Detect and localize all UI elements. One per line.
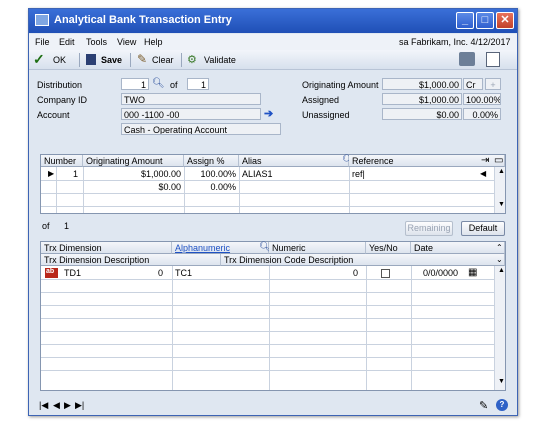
menu-view[interactable]: View	[117, 37, 136, 47]
dim-row1-dimension[interactable]: TD1	[61, 267, 121, 279]
status-bar: |◀ ◀ ▶ ▶| ✎ ?	[29, 397, 517, 415]
collapse-rows-icon[interactable]: ⌃	[493, 242, 506, 254]
originating-amount-field: $1,000.00	[382, 78, 462, 90]
row2-amount[interactable]: $0.00	[83, 181, 184, 193]
column-originating-amount[interactable]: Originating Amount	[83, 155, 184, 167]
row1-amount[interactable]: $1,000.00	[83, 168, 184, 180]
column-assign-percent[interactable]: Assign %	[184, 155, 239, 167]
calendar-icon[interactable]: ▦	[465, 266, 480, 278]
menu-file[interactable]: File	[35, 37, 50, 47]
company-id-field: TWO	[121, 93, 261, 105]
amount-type-dropdown-icon[interactable]: +	[485, 78, 501, 90]
expand-rows-icon[interactable]: ⌄	[493, 254, 506, 266]
dim-row1-numeric-left[interactable]: 0	[121, 267, 166, 279]
previous-record-icon[interactable]: ◀	[53, 400, 60, 411]
amount-type-field: Cr	[463, 78, 483, 90]
account-description-field: Cash - Operating Account	[121, 123, 281, 135]
save-button[interactable]: Save	[101, 55, 122, 65]
scroll-down-icon[interactable]: ▼	[495, 200, 508, 212]
dimension-grid: Trx Dimension Alphanumeric 🔍︎ Numeric Ye…	[40, 241, 506, 391]
remaining-button[interactable]: Remaining	[405, 221, 453, 236]
unassigned-label: Unassigned	[302, 110, 350, 120]
toolbar: ✓ OK Save ✎ Clear ⚙ Validate	[29, 50, 517, 70]
column-trx-dimension[interactable]: Trx Dimension	[41, 242, 172, 254]
default-button[interactable]: Default	[461, 221, 505, 236]
window-title: Analytical Bank Transaction Entry	[54, 14, 232, 26]
validate-icon: ⚙	[187, 54, 197, 66]
ok-check-icon: ✓	[33, 51, 45, 67]
row2-assign[interactable]: 0.00%	[184, 181, 239, 193]
grid-count: 1	[64, 221, 70, 231]
column-alphanumeric[interactable]: Alphanumeric	[172, 242, 269, 254]
distribution-field[interactable]: 1	[121, 78, 149, 90]
column-trx-dimension-description[interactable]: Trx Dimension Description	[41, 254, 221, 266]
row1-assign[interactable]: 100.00%	[184, 168, 239, 180]
scroll-up-icon[interactable]: ▲	[495, 167, 508, 179]
menu-tools[interactable]: Tools	[86, 37, 107, 47]
account-field: 000 -1100 -00	[121, 108, 261, 120]
main-window: Analytical Bank Transaction Entry _ □ ✕ …	[28, 8, 518, 416]
app-icon	[35, 14, 49, 26]
ok-button[interactable]: OK	[53, 55, 66, 65]
unassigned-amount-field: $0.00	[382, 108, 462, 120]
user-info: sa Fabrikam, Inc. 4/12/2017	[399, 37, 511, 47]
assigned-percent-field: 100.00%	[463, 93, 501, 105]
assigned-amount-field: $1,000.00	[382, 93, 462, 105]
last-record-icon[interactable]: ▶|	[75, 400, 84, 411]
next-record-icon[interactable]: ▶	[64, 400, 71, 411]
note-icon[interactable]	[459, 52, 475, 66]
first-record-icon[interactable]: |◀	[39, 400, 48, 411]
menu-edit[interactable]: Edit	[59, 37, 75, 47]
dim-row1-numeric[interactable]: 0	[269, 267, 361, 279]
menu-bar: File Edit Tools View Help sa Fabrikam, I…	[29, 34, 517, 50]
distribution-grid: Number Originating Amount Assign % Alias…	[40, 154, 506, 214]
menu-help[interactable]: Help	[144, 37, 163, 47]
validate-button[interactable]: Validate	[204, 55, 236, 65]
assigned-label: Assigned	[302, 95, 340, 105]
save-icon	[86, 54, 96, 65]
row1-reference[interactable]: ref|	[349, 168, 469, 180]
row1-number[interactable]: 1	[59, 168, 81, 180]
minimize-button[interactable]: _	[456, 12, 474, 29]
column-number[interactable]: Number	[41, 155, 83, 167]
clear-button[interactable]: Clear	[152, 55, 174, 65]
row-collapse-icon[interactable]: ◀	[477, 168, 489, 180]
row1-alias[interactable]: ALIAS1	[239, 168, 349, 180]
account-arrow-icon[interactable]: ➔	[264, 107, 273, 120]
grid2-scroll-down-icon[interactable]: ▼	[495, 377, 508, 389]
company-id-label: Company ID	[37, 95, 88, 105]
column-trx-dimension-code-description[interactable]: Trx Dimension Code Description	[221, 254, 505, 266]
distribution-label: Distribution	[37, 80, 83, 90]
dim-row1-date[interactable]: 0/0/0000	[411, 267, 461, 279]
column-alias[interactable]: Alias	[239, 155, 349, 167]
close-button[interactable]: ✕	[496, 12, 514, 29]
maximize-button[interactable]: □	[476, 12, 494, 29]
dim-row1-code[interactable]: TC1	[172, 267, 252, 279]
distribution-lookup-icon[interactable]: 🔍︎	[152, 78, 165, 89]
grid-of-label: of	[42, 221, 50, 231]
distribution-of-field: 1	[187, 78, 209, 90]
note-pencil-icon[interactable]: ✎	[479, 399, 488, 412]
column-yes-no[interactable]: Yes/No	[366, 242, 411, 254]
originating-amount-label: Originating Amount	[302, 80, 379, 90]
of-label: of	[170, 80, 178, 90]
column-date[interactable]: Date	[411, 242, 505, 254]
unassigned-percent-field: 0.00%	[463, 108, 501, 120]
print-icon[interactable]	[486, 52, 500, 67]
account-label: Account	[37, 110, 70, 120]
grid2-scroll-up-icon[interactable]: ▲	[495, 266, 508, 278]
grid2-scrollbar[interactable]	[494, 266, 505, 390]
help-icon[interactable]: ?	[496, 399, 508, 411]
clear-eraser-icon: ✎	[137, 52, 148, 66]
alphanumeric-type-icon: ab	[45, 268, 58, 278]
title-bar: Analytical Bank Transaction Entry _ □ ✕	[29, 9, 517, 33]
column-numeric[interactable]: Numeric	[269, 242, 366, 254]
new-row-icon[interactable]: ▭	[491, 154, 506, 166]
dim-row1-yes-no-checkbox[interactable]	[381, 269, 390, 278]
